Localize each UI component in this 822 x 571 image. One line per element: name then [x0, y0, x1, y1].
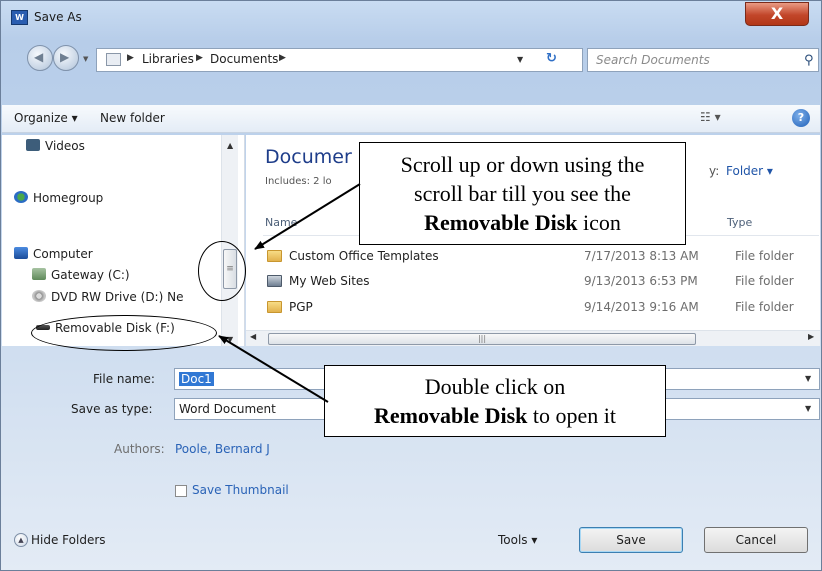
title-bar: W Save As X: [1, 1, 821, 39]
arrange-by-dropdown[interactable]: Folder ▾: [726, 164, 773, 178]
forward-button[interactable]: ▶: [53, 45, 79, 71]
file-list-hscrollbar[interactable]: ◀ ||| ▶: [246, 330, 820, 346]
folder-icon: [267, 301, 282, 313]
callout-bold: Removable Disk: [424, 210, 578, 235]
tools-label: Tools: [498, 533, 528, 547]
address-bar[interactable]: ▶ Libraries ▶ Documents ▶ ▼ ↻: [96, 48, 583, 72]
forward-arrow-icon: ▶: [60, 50, 70, 64]
file-date: 9/13/2013 6:53 PM: [584, 274, 698, 288]
save-thumbnail-label[interactable]: Save Thumbnail: [192, 483, 289, 497]
nav-item-label: Computer: [33, 247, 93, 261]
nav-item-label: DVD RW Drive (D:) Ne: [51, 290, 184, 304]
double-click-instruction-callout: Double click on Removable Disk to open i…: [324, 365, 666, 437]
search-icon[interactable]: ⚲: [804, 53, 814, 68]
file-row[interactable]: PGP 9/14/2013 9:16 AM File folder: [265, 299, 818, 317]
authors-value[interactable]: Poole, Bernard J: [175, 442, 270, 456]
file-row[interactable]: My Web Sites 9/13/2013 6:53 PM File fold…: [265, 273, 818, 291]
file-name: Custom Office Templates: [289, 249, 439, 263]
callout-bold: Removable Disk: [374, 403, 528, 428]
save-button[interactable]: Save: [579, 527, 683, 553]
nav-item-computer[interactable]: Computer: [14, 247, 93, 261]
callout-tail: icon: [577, 210, 621, 235]
breadcrumb-libraries[interactable]: Libraries: [142, 52, 194, 66]
breadcrumb-documents[interactable]: Documents: [210, 52, 278, 66]
library-icon: [106, 53, 121, 66]
folder-icon: [267, 250, 282, 262]
arrange-by-label: y:: [709, 164, 720, 178]
drive-icon: [32, 268, 46, 280]
column-header-name[interactable]: Name: [265, 216, 297, 229]
window-title: Save As: [34, 10, 82, 24]
address-dropdown-icon[interactable]: ▼: [517, 55, 523, 64]
nav-item-gateway-c[interactable]: Gateway (C:): [32, 268, 130, 282]
callout-line: Double click on: [424, 374, 566, 399]
file-name-label: File name:: [93, 372, 155, 386]
search-box[interactable]: Search Documents ⚲: [587, 48, 819, 72]
file-date: 9/14/2013 9:16 AM: [584, 300, 699, 314]
save-as-type-label: Save as type:: [71, 402, 153, 416]
file-row[interactable]: Custom Office Templates 7/17/2013 8:13 A…: [265, 248, 818, 266]
chevron-up-icon[interactable]: ▲: [14, 533, 28, 547]
change-view-icon[interactable]: ☷ ▾: [700, 110, 721, 124]
nav-item-label: Gateway (C:): [51, 268, 130, 282]
new-folder-button[interactable]: New folder: [100, 111, 165, 125]
computer-icon: [14, 247, 28, 259]
authors-label: Authors:: [114, 442, 165, 456]
file-name: My Web Sites: [289, 274, 370, 288]
scroll-right-icon[interactable]: ▶: [808, 332, 814, 341]
hscrollbar-thumb[interactable]: |||: [268, 333, 696, 345]
organize-button[interactable]: Organize ▾: [14, 111, 78, 125]
chevron-down-icon[interactable]: ▼: [805, 404, 811, 413]
close-button[interactable]: X: [745, 2, 809, 26]
callout-line: scroll bar till you see the: [414, 181, 631, 206]
nav-item-dvd-drive[interactable]: DVD RW Drive (D:) Ne: [32, 290, 183, 304]
nav-item-videos[interactable]: Videos: [26, 139, 85, 153]
command-toolbar: Organize ▾ New folder ☷ ▾ ?: [2, 105, 820, 133]
file-name-value[interactable]: Doc1: [179, 372, 214, 386]
save-as-dialog: W Save As X ◀ ▶ ▼ ▶ Libraries ▶ Document…: [0, 0, 822, 571]
back-button[interactable]: ◀: [27, 45, 53, 71]
scroll-up-icon[interactable]: ▲: [227, 141, 233, 150]
library-includes[interactable]: Includes: 2 lo: [265, 176, 332, 187]
save-as-type-value: Word Document: [179, 402, 276, 416]
scroll-down-icon[interactable]: ▼: [227, 335, 233, 344]
file-date: 7/17/2013 8:13 AM: [584, 249, 699, 263]
scrollbar-highlight-circle: [198, 241, 246, 301]
video-icon: [26, 139, 40, 151]
search-placeholder: Search Documents: [596, 53, 710, 67]
breadcrumb-separator-icon[interactable]: ▶: [196, 53, 203, 63]
hide-folders-button[interactable]: Hide Folders: [31, 533, 106, 547]
nav-item-label: Homegroup: [33, 191, 104, 205]
file-type: File folder: [735, 249, 794, 263]
recent-pages-dropdown-icon[interactable]: ▼: [83, 55, 88, 63]
homegroup-icon: [14, 191, 28, 203]
scroll-instruction-callout: Scroll up or down using the scroll bar t…: [359, 142, 686, 245]
save-thumbnail-checkbox[interactable]: [175, 485, 187, 497]
tools-dropdown[interactable]: Tools ▾: [498, 533, 537, 547]
cancel-button[interactable]: Cancel: [704, 527, 808, 553]
file-type: File folder: [735, 274, 794, 288]
file-name: PGP: [289, 300, 313, 314]
nav-item-homegroup[interactable]: Homegroup: [14, 191, 103, 205]
column-header-type[interactable]: Type: [727, 216, 752, 229]
file-type: File folder: [735, 300, 794, 314]
breadcrumb-separator-icon[interactable]: ▶: [127, 53, 134, 63]
word-icon: W: [11, 10, 28, 25]
library-title: Documer: [265, 146, 352, 168]
help-icon[interactable]: ?: [792, 109, 810, 127]
back-arrow-icon: ◀: [34, 50, 44, 64]
callout-tail: to open it: [527, 403, 616, 428]
refresh-icon[interactable]: ↻: [546, 51, 557, 66]
chevron-down-icon[interactable]: ▼: [805, 374, 811, 383]
breadcrumb-separator-icon[interactable]: ▶: [279, 53, 286, 63]
nav-item-label: Videos: [45, 139, 85, 153]
dvd-drive-icon: [32, 290, 46, 302]
removable-disk-highlight-circle: [31, 315, 217, 351]
callout-line: Scroll up or down using the: [400, 152, 645, 177]
scroll-left-icon[interactable]: ◀: [250, 332, 256, 341]
web-folder-icon: [267, 275, 282, 287]
